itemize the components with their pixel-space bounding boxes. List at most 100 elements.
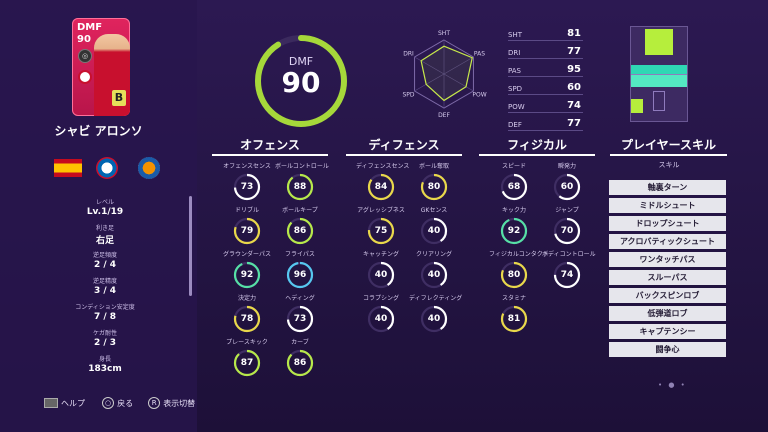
ability-name: スタミナ (501, 295, 526, 302)
weak-foot-accuracy-value: 3 / 4 (93, 286, 117, 296)
ability-ring: 92 (233, 261, 261, 289)
ability-value: 40 (374, 270, 388, 280)
ability-name: フィジカルコンタクト (489, 251, 549, 258)
player-type-icon: ◎ (78, 49, 92, 63)
position-pitch-map (630, 26, 688, 122)
ability-ring: 40 (420, 217, 448, 245)
ability-value: 40 (427, 270, 441, 280)
page-indicator[interactable]: • ● • (658, 381, 687, 389)
radar-label: PAS (474, 51, 485, 58)
ability-ring: 78 (233, 305, 261, 333)
help-hint[interactable]: ヘルプ (61, 398, 85, 409)
skill-item[interactable]: キャプテンシー (609, 324, 726, 339)
ability-ring: 74 (553, 261, 581, 289)
ability-ring: 40 (420, 261, 448, 289)
ability-name: キック力 (501, 207, 526, 214)
ability-value: 40 (374, 314, 388, 324)
stat-value: 77 (567, 118, 581, 129)
ability-physical: スピード 68 (489, 161, 539, 201)
circle-button-icon: ○ (102, 397, 115, 409)
level-value: Lv.1/19 (86, 207, 124, 217)
ability-value: 92 (507, 226, 521, 236)
ability-value: 84 (374, 182, 388, 192)
skill-item[interactable]: スルーパス (609, 270, 726, 285)
stat-row: DEF 77 (508, 115, 583, 131)
skills-subheader: スキル (658, 161, 680, 169)
ability-name: ドリブル (234, 207, 259, 214)
ability-offense: ボールコントロール 88 (275, 161, 329, 201)
ability-ring: 86 (286, 217, 314, 245)
ability-ring: 75 (367, 217, 395, 245)
ability-ring: 88 (286, 173, 314, 201)
ability-name: ボールコントロール (275, 163, 329, 170)
ability-value: 40 (427, 226, 441, 236)
ability-name: 決定力 (237, 295, 256, 302)
skill-item[interactable]: ドロップシュート (609, 216, 726, 231)
ability-value: 80 (427, 182, 441, 192)
ability-physical: ボディコントロール 74 (542, 249, 596, 289)
ability-ring: 87 (233, 349, 261, 377)
ability-defense: アグレッシブネス 75 (356, 205, 406, 245)
stat-value: 60 (567, 82, 581, 93)
stat-value: 77 (567, 46, 581, 57)
club-emblem-icon (96, 157, 118, 179)
player-card[interactable]: DMF 90 ◎ B (72, 18, 130, 116)
player-skills-header: プレイヤースキル (610, 136, 727, 156)
ability-defense: クリアリング 40 (409, 249, 459, 289)
foot-value: 右足 (95, 236, 114, 246)
skill-item[interactable]: 軸裏ターン (609, 180, 726, 195)
ability-ring: 92 (500, 217, 528, 245)
ability-ring: 73 (233, 173, 261, 201)
skill-item[interactable]: アクロバティックシュート (609, 234, 726, 249)
ability-name: コラプシング (362, 295, 399, 302)
ability-value: 74 (560, 270, 574, 280)
skill-item[interactable]: ミドルシュート (609, 198, 726, 213)
ability-ring: 40 (420, 305, 448, 333)
ability-value: 80 (507, 270, 521, 280)
skill-item[interactable]: ワンタッチパス (609, 252, 726, 267)
ability-name: フライパス (285, 251, 315, 258)
card-position: DMF (77, 22, 103, 33)
ability-name: ジャンプ (555, 207, 579, 214)
weak-foot-frequency-label: 逆足頻度 (92, 252, 117, 259)
stat-key: SPD (508, 85, 523, 93)
skill-item[interactable]: 闘争心 (609, 342, 726, 357)
height-value: 183cm (88, 364, 122, 374)
toggle-view-hint[interactable]: 表示切替 (163, 398, 195, 409)
ability-ring: 96 (286, 261, 314, 289)
ability-name: ディフェンスセンス (356, 163, 410, 170)
stat-key: SHT (508, 31, 522, 39)
ability-offense: プレースキック 87 (222, 337, 272, 377)
info-scrollbar[interactable] (189, 196, 192, 296)
stat-value: 81 (567, 28, 581, 39)
ability-value: 40 (427, 314, 441, 324)
ability-defense: ディフレクティング 40 (409, 293, 462, 333)
ability-value: 60 (560, 182, 574, 192)
ability-ring: 68 (500, 173, 528, 201)
ability-value: 96 (293, 270, 307, 280)
radar-label: DEF (438, 112, 450, 119)
radar-label: POW (472, 92, 486, 99)
ability-radar-chart: SHT PAS POW DEF SPD DRI (402, 30, 486, 119)
ability-value: 70 (560, 226, 574, 236)
ability-name: ヘディング (285, 295, 315, 302)
ability-value: 78 (240, 314, 254, 324)
back-hint[interactable]: 戻る (117, 398, 133, 409)
stat-value: 95 (567, 64, 581, 75)
ability-ring: 81 (500, 305, 528, 333)
skill-item[interactable]: バックスピンロブ (609, 288, 726, 303)
ability-ring: 79 (233, 217, 261, 245)
height-label: 身長 (98, 356, 111, 363)
skill-item[interactable]: 低弾道ロブ (609, 306, 726, 321)
playstyle-badge: B (112, 90, 126, 106)
club-badge-icon (78, 70, 92, 84)
condition-value: 7 / 8 (93, 312, 117, 322)
ability-name: ボディコントロール (542, 251, 596, 258)
foot-label: 利き足 (95, 225, 114, 232)
radar-label: DRI (403, 51, 414, 58)
ability-physical: スタミナ 81 (489, 293, 539, 333)
ability-name: 瞬発力 (557, 163, 576, 170)
offense-header: オフェンス (212, 136, 328, 156)
ability-defense: コラプシング 40 (356, 293, 406, 333)
ability-value: 73 (293, 314, 307, 324)
